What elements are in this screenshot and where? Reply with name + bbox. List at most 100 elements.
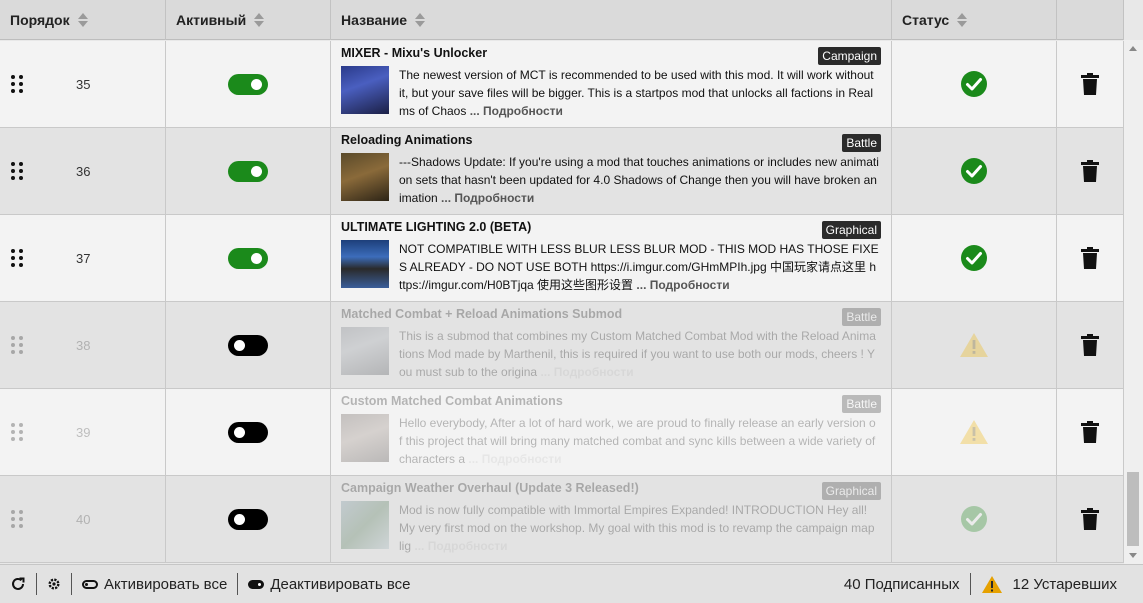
refresh-button[interactable]	[0, 573, 36, 595]
warning-icon	[981, 575, 1002, 593]
check-circle-icon	[961, 71, 987, 97]
mod-description: NOT COMPATIBLE WITH LESS BLUR LESS BLUR …	[399, 240, 879, 294]
mod-description: Hello everybody, After a lot of hard wor…	[399, 414, 879, 468]
trash-icon[interactable]	[1081, 247, 1099, 269]
active-toggle[interactable]	[228, 508, 268, 530]
drag-handle-icon[interactable]	[11, 510, 23, 528]
order-number: 35	[76, 76, 91, 92]
trash-icon[interactable]	[1081, 421, 1099, 443]
name-cell: ULTIMATE LIGHTING 2.0 (BETA) Graphical N…	[331, 215, 892, 301]
trash-icon[interactable]	[1081, 73, 1099, 95]
drag-handle-icon[interactable]	[11, 423, 23, 441]
details-link[interactable]: ... Подробности	[441, 191, 534, 205]
mod-thumbnail	[341, 153, 389, 201]
active-toggle[interactable]	[228, 160, 268, 182]
status-cell	[892, 389, 1057, 475]
details-link[interactable]: ... Подробности	[540, 365, 633, 379]
mod-thumbnail	[341, 240, 389, 288]
delete-cell	[1057, 128, 1124, 214]
active-toggle[interactable]	[228, 247, 268, 269]
drag-handle-icon[interactable]	[11, 162, 23, 180]
activate-all-button[interactable]: Активировать все	[72, 573, 237, 595]
name-cell: Campaign Weather Overhaul (Update 3 Rele…	[331, 476, 892, 562]
mod-description: This is a submod that combines my Custom…	[399, 327, 879, 381]
delete-cell	[1057, 389, 1124, 475]
trash-icon[interactable]	[1081, 334, 1099, 356]
active-toggle[interactable]	[228, 73, 268, 95]
delete-cell	[1057, 302, 1124, 388]
order-number: 40	[76, 511, 91, 527]
active-cell	[166, 389, 331, 475]
subscribed-count: 40 Подписанных	[834, 573, 970, 595]
active-toggle[interactable]	[228, 421, 268, 443]
order-number: 39	[76, 424, 91, 440]
settings-button[interactable]	[37, 573, 71, 595]
footer-bar: Активировать все Деактивировать все 40 П…	[0, 564, 1143, 603]
mod-title: Custom Matched Combat Animations	[341, 394, 563, 408]
scroll-up-icon[interactable]	[1129, 46, 1137, 51]
warning-icon	[960, 420, 988, 444]
table-row[interactable]: 35 MIXER - Mixu's Unlocker Campaign The …	[0, 41, 1124, 128]
deactivate-all-button[interactable]: Деактивировать все	[238, 573, 420, 595]
order-cell: 40	[0, 476, 166, 562]
table-row[interactable]: 38 Matched Combat + Reload Animations Su…	[0, 302, 1124, 389]
column-active[interactable]: Активный	[166, 0, 331, 40]
drag-handle-icon[interactable]	[11, 336, 23, 354]
outdated-count[interactable]: 12 Устаревших	[971, 573, 1143, 595]
details-link[interactable]: ... Подробности	[468, 452, 561, 466]
active-toggle[interactable]	[228, 334, 268, 356]
column-status-label: Статус	[902, 12, 950, 28]
details-link[interactable]: ... Подробности	[470, 104, 563, 118]
category-badge: Campaign	[818, 47, 881, 65]
sort-icon	[957, 13, 968, 27]
column-order[interactable]: Порядок	[0, 0, 166, 40]
mod-manager: Порядок Активный Название Статус 35 MIXE	[0, 0, 1143, 603]
trash-icon[interactable]	[1081, 508, 1099, 530]
details-link[interactable]: ... Подробности	[414, 539, 507, 553]
category-badge: Graphical	[821, 221, 881, 239]
order-cell: 38	[0, 302, 166, 388]
scroll-down-icon[interactable]	[1129, 553, 1137, 558]
activate-all-label: Активировать все	[104, 575, 228, 593]
mod-title: Campaign Weather Overhaul (Update 3 Rele…	[341, 481, 639, 495]
status-cell	[892, 215, 1057, 301]
active-cell	[166, 215, 331, 301]
active-cell	[166, 41, 331, 127]
column-status[interactable]: Статус	[892, 0, 1057, 40]
table-header: Порядок Активный Название Статус	[0, 0, 1124, 40]
category-badge: Battle	[842, 134, 881, 152]
name-cell: Matched Combat + Reload Animations Submo…	[331, 302, 892, 388]
check-circle-icon	[961, 245, 987, 271]
drag-handle-icon[interactable]	[11, 249, 23, 267]
order-cell: 37	[0, 215, 166, 301]
deactivate-all-label: Деактивировать все	[270, 575, 411, 593]
gear-icon	[48, 578, 60, 590]
order-number: 36	[76, 163, 91, 179]
column-active-label: Активный	[176, 12, 247, 28]
column-name[interactable]: Название	[331, 0, 892, 40]
status-cell	[892, 302, 1057, 388]
sort-icon	[254, 13, 265, 27]
mod-description: Mod is now fully compatible with Immorta…	[399, 501, 879, 555]
status-cell	[892, 41, 1057, 127]
scrollbar-thumb[interactable]	[1127, 472, 1139, 546]
mod-thumbnail	[341, 414, 389, 462]
delete-cell	[1057, 476, 1124, 562]
trash-icon[interactable]	[1081, 160, 1099, 182]
table-row[interactable]: 40 Campaign Weather Overhaul (Update 3 R…	[0, 476, 1124, 563]
table-row[interactable]: 37 ULTIMATE LIGHTING 2.0 (BETA) Graphica…	[0, 215, 1124, 302]
active-cell	[166, 302, 331, 388]
mod-title: ULTIMATE LIGHTING 2.0 (BETA)	[341, 220, 532, 234]
column-order-label: Порядок	[10, 12, 70, 28]
column-name-label: Название	[341, 12, 408, 28]
scrollbar[interactable]	[1124, 40, 1143, 564]
mod-description: ---Shadows Update: If you're using a mod…	[399, 153, 879, 207]
mod-table-body: 35 MIXER - Mixu's Unlocker Campaign The …	[0, 41, 1124, 563]
table-row[interactable]: 36 Reloading Animations Battle ---Shadow…	[0, 128, 1124, 215]
table-row[interactable]: 39 Custom Matched Combat Animations Batt…	[0, 389, 1124, 476]
drag-handle-icon[interactable]	[11, 75, 23, 93]
category-badge: Graphical	[821, 482, 881, 500]
outdated-label: 12 Устаревших	[1012, 575, 1118, 593]
details-link[interactable]: ... Подробности	[636, 278, 729, 292]
order-number: 37	[76, 250, 91, 266]
